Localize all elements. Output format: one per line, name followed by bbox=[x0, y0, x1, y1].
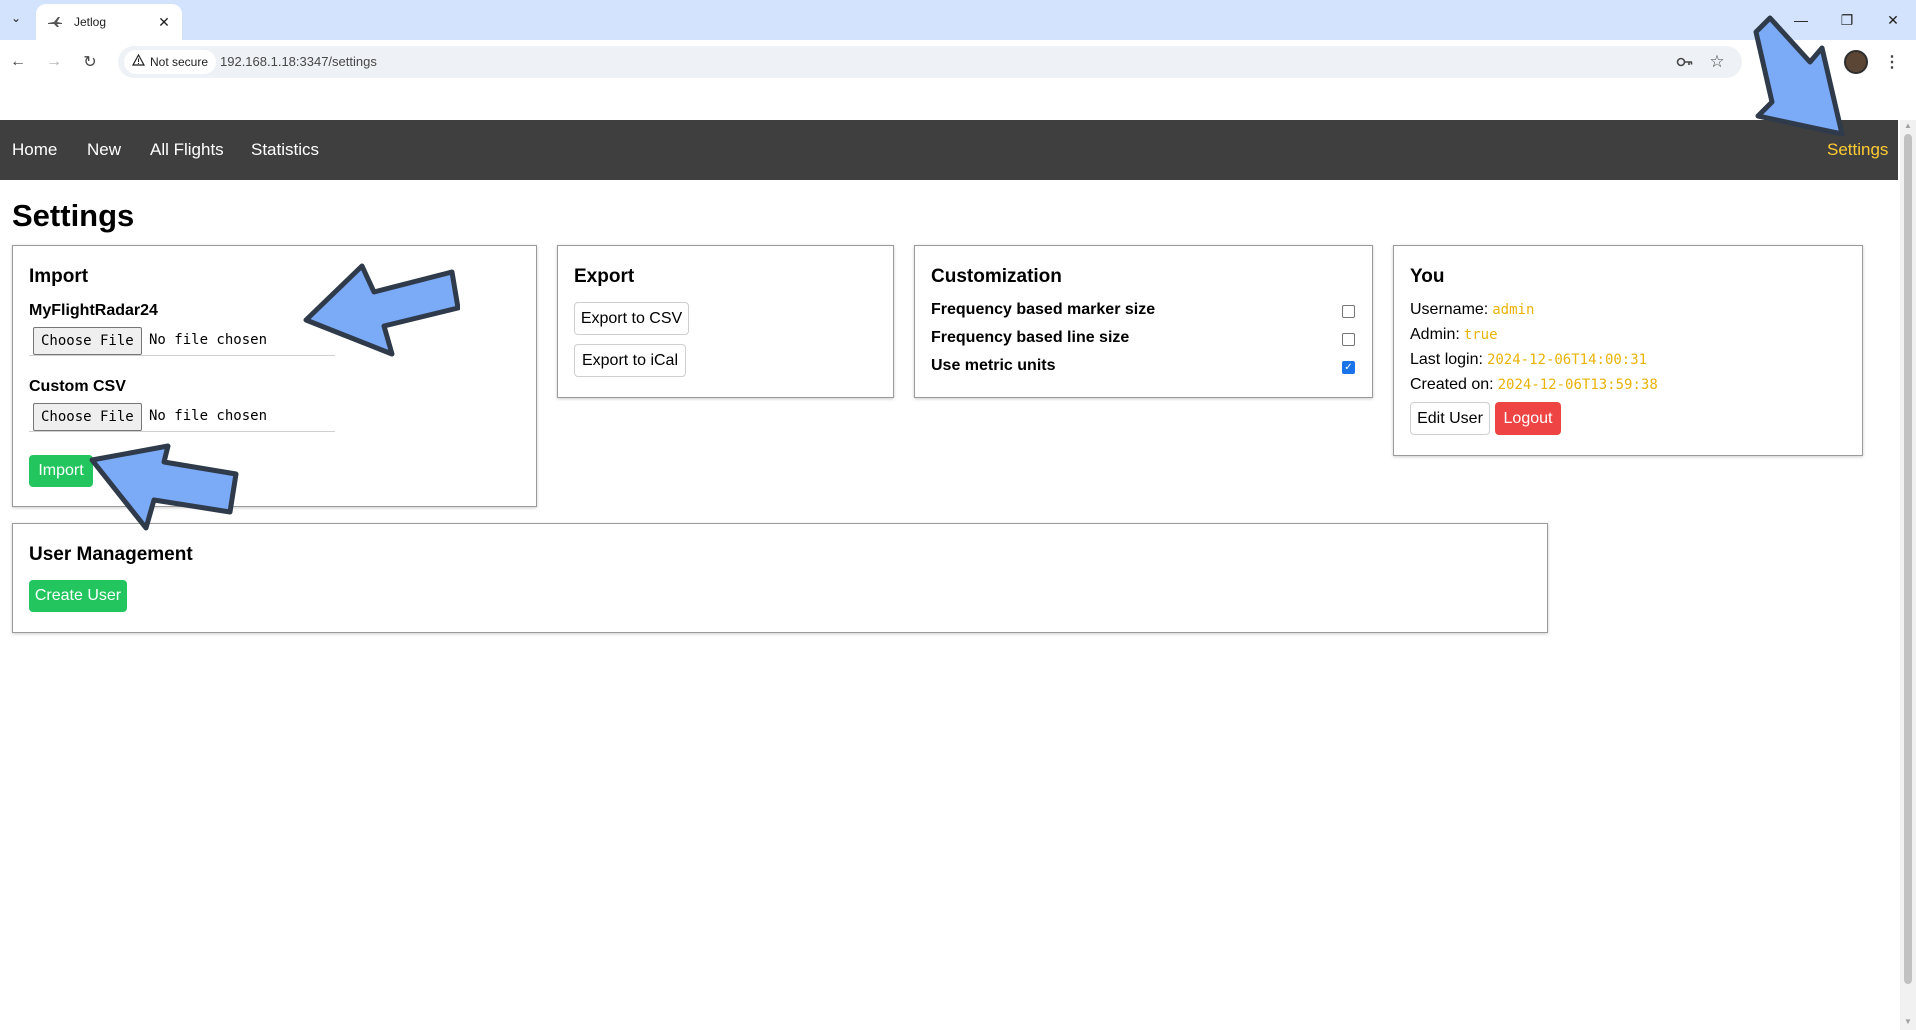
bookmark-star-icon[interactable]: ☆ bbox=[1706, 51, 1728, 73]
marker-size-label: Frequency based marker size bbox=[931, 301, 1156, 318]
metric-units-label: Use metric units bbox=[931, 357, 1056, 374]
security-chip[interactable]: Not secure bbox=[124, 50, 217, 74]
last-login-label: Last login: bbox=[1410, 351, 1483, 368]
csv-file-input[interactable]: Choose File No file chosen bbox=[29, 402, 335, 432]
airplane-icon bbox=[46, 13, 64, 31]
fr24-file-status: No file chosen bbox=[149, 332, 268, 348]
nav-statistics[interactable]: Statistics bbox=[251, 140, 319, 160]
annotation-arrow-settings bbox=[1753, 15, 1845, 137]
scrollbar-thumb[interactable] bbox=[1904, 134, 1912, 984]
marker-size-checkbox[interactable] bbox=[1342, 305, 1355, 318]
custom-csv-label: Custom CSV bbox=[29, 378, 126, 395]
export-heading: Export bbox=[574, 266, 635, 287]
last-login-value: 2024-12-06T14:00:31 bbox=[1486, 352, 1648, 368]
close-window-icon[interactable]: ✕ bbox=[1870, 0, 1916, 40]
user-info-card: You Username: admin Admin: true Last login… bbox=[1393, 245, 1863, 456]
line-size-checkbox[interactable] bbox=[1342, 333, 1355, 346]
tab-title: Jetlog bbox=[74, 15, 107, 29]
warning-icon bbox=[131, 53, 146, 71]
user-management-card: User Management Create User bbox=[12, 523, 1548, 633]
page-viewport: Home New All Flights Statistics Settings… bbox=[0, 120, 1898, 1030]
forward-icon[interactable]: → bbox=[38, 46, 70, 78]
annotation-arrow-fr24 bbox=[303, 263, 460, 357]
close-tab-icon[interactable]: ✕ bbox=[152, 10, 176, 34]
created-on-row: Created on: 2024-12-06T13:59:38 bbox=[1410, 376, 1658, 394]
last-login-row: Last login: 2024-12-06T14:00:31 bbox=[1410, 351, 1647, 369]
metric-units-checkbox[interactable]: ✓ bbox=[1342, 361, 1355, 374]
back-icon[interactable]: ← bbox=[2, 46, 34, 78]
import-heading: Import bbox=[29, 266, 89, 287]
browser-tab[interactable]: Jetlog ✕ bbox=[36, 4, 182, 40]
page-title: Settings bbox=[12, 198, 135, 233]
created-on-label: Created on: bbox=[1410, 376, 1494, 393]
security-label: Not secure bbox=[150, 55, 209, 69]
nav-all-flights[interactable]: All Flights bbox=[150, 140, 224, 160]
nav-home[interactable]: Home bbox=[12, 140, 57, 160]
export-csv-button[interactable]: Export to CSV bbox=[574, 302, 689, 335]
tab-strip: ⌄ Jetlog ✕ — ❐ ✕ bbox=[0, 0, 1916, 40]
fr24-file-input[interactable]: Choose File No file chosen bbox=[29, 326, 335, 356]
tab-search-icon[interactable]: ⌄ bbox=[4, 6, 28, 30]
scroll-down-icon[interactable]: ▼ bbox=[1904, 1018, 1912, 1026]
edit-user-button[interactable]: Edit User bbox=[1410, 402, 1490, 435]
logout-button[interactable]: Logout bbox=[1495, 402, 1561, 435]
fr24-choose-file-button[interactable]: Choose File bbox=[33, 327, 142, 355]
page-scrollbar[interactable]: ▲ ▼ bbox=[1900, 120, 1916, 1030]
create-user-button[interactable]: Create User bbox=[29, 580, 127, 612]
password-key-icon[interactable] bbox=[1674, 51, 1696, 73]
admin-label: Admin: bbox=[1410, 326, 1460, 343]
line-size-label: Frequency based line size bbox=[931, 329, 1130, 346]
customization-heading: Customization bbox=[931, 266, 1062, 287]
fr24-label: MyFlightRadar24 bbox=[29, 302, 158, 319]
browser-menu-icon[interactable]: ⋮ bbox=[1880, 50, 1904, 74]
export-ical-button[interactable]: Export to iCal bbox=[574, 344, 686, 377]
csv-file-status: No file chosen bbox=[149, 408, 268, 424]
annotation-arrow-import bbox=[89, 443, 239, 531]
reload-icon[interactable]: ↻ bbox=[74, 46, 106, 78]
username-value: admin bbox=[1492, 302, 1535, 318]
customization-card: Customization Frequency based marker siz… bbox=[914, 245, 1373, 398]
browser-window: ⌄ Jetlog ✕ — ❐ ✕ ← → ↻ Not secure 192.16… bbox=[0, 0, 1916, 1030]
address-bar[interactable]: Not secure 192.168.1.18:3347/settings ☆ bbox=[118, 46, 1742, 78]
browser-toolbar: ← → ↻ Not secure 192.168.1.18:3347/setti… bbox=[0, 40, 1916, 84]
export-card: Export Export to CSV Export to iCal bbox=[557, 245, 894, 398]
created-on-value: 2024-12-06T13:59:38 bbox=[1497, 377, 1658, 393]
csv-choose-file-button[interactable]: Choose File bbox=[33, 403, 142, 431]
nav-new[interactable]: New bbox=[87, 140, 121, 160]
user-management-heading: User Management bbox=[29, 544, 193, 565]
admin-row: Admin: true bbox=[1410, 326, 1498, 344]
app-navbar: Home New All Flights Statistics Settings bbox=[0, 120, 1898, 180]
url-text[interactable]: 192.168.1.18:3347/settings bbox=[220, 54, 377, 69]
nav-settings[interactable]: Settings bbox=[1827, 140, 1888, 160]
scroll-up-icon[interactable]: ▲ bbox=[1904, 122, 1912, 130]
username-row: Username: admin bbox=[1410, 301, 1534, 319]
admin-value: true bbox=[1463, 327, 1498, 343]
you-heading: You bbox=[1410, 266, 1445, 287]
username-label: Username: bbox=[1410, 301, 1489, 318]
